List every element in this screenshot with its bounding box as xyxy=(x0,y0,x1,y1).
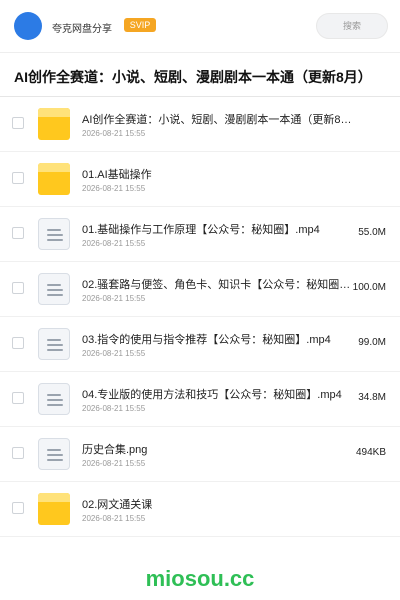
file-list: AI创作全赛道：小说、短剧、漫剧剧本一本通（更新8月） 2026-08-21 15… xyxy=(0,97,400,537)
file-size: 55.0M xyxy=(358,227,386,238)
file-size: 100.0M xyxy=(352,282,386,293)
file-date: 2026-08-21 15:55 xyxy=(82,239,146,248)
search-box[interactable]: 搜索 xyxy=(316,13,388,39)
file-date: 2026-08-21 15:55 xyxy=(82,459,146,468)
file-name: 历史合集.png xyxy=(82,444,148,456)
file-name: 01.基础操作与工作原理【公众号：秘知圈】.mp4 xyxy=(82,224,320,236)
file-list-item[interactable]: 02.骚套路与便签、角色卡、知识卡【公众号：秘知圈】.mp4 2026-08-21… xyxy=(0,262,400,317)
svip-badge: SVIP xyxy=(124,18,156,32)
file-list-item[interactable]: 01.AI基础操作 2026-08-21 15:55 xyxy=(0,152,400,207)
folder-icon xyxy=(38,108,70,140)
file-name: 04.专业版的使用方法和技巧【公众号：秘知圈】.mp4 xyxy=(82,389,342,401)
file-size: 494KB xyxy=(355,447,386,458)
search-placeholder: 搜索 xyxy=(342,21,361,31)
file-size: 99.0M xyxy=(358,337,386,348)
file-icon xyxy=(38,438,70,470)
folder-icon xyxy=(38,493,70,525)
select-checkbox[interactable] xyxy=(12,227,24,239)
select-checkbox[interactable] xyxy=(12,337,24,349)
select-checkbox[interactable] xyxy=(12,392,24,404)
file-date: 2026-08-21 15:55 xyxy=(82,514,146,523)
watermark: miosou.cc xyxy=(145,566,255,591)
file-date: 2026-08-21 15:55 xyxy=(82,129,146,138)
file-list-item[interactable]: 02.网文通关课 2026-08-21 15:55 xyxy=(0,482,400,537)
file-list-item[interactable]: 01.基础操作与工作原理【公众号：秘知圈】.mp4 2026-08-21 15:5… xyxy=(0,207,400,262)
select-checkbox[interactable] xyxy=(12,172,24,184)
avatar[interactable] xyxy=(14,12,42,40)
file-name: 03.指令的使用与指令推荐【公众号：秘知圈】.mp4 xyxy=(82,334,331,346)
file-icon xyxy=(38,218,70,250)
file-list-item[interactable]: 04.专业版的使用方法和技巧【公众号：秘知圈】.mp4 2026-08-21 15… xyxy=(0,372,400,427)
file-date: 2026-08-21 15:55 xyxy=(82,294,146,303)
file-icon xyxy=(38,328,70,360)
file-date: 2026-08-21 15:55 xyxy=(82,184,146,193)
file-name: 02.网文通关课 xyxy=(82,499,153,511)
select-checkbox[interactable] xyxy=(12,282,24,294)
username: 夸克网盘分享 xyxy=(52,24,112,35)
select-checkbox[interactable] xyxy=(12,447,24,459)
file-list-item[interactable]: 03.指令的使用与指令推荐【公众号：秘知圈】.mp4 2026-08-21 15:… xyxy=(0,317,400,372)
file-list-item[interactable]: AI创作全赛道：小说、短剧、漫剧剧本一本通（更新8月） 2026-08-21 15… xyxy=(0,97,400,152)
file-icon xyxy=(38,383,70,415)
file-date: 2026-08-21 15:55 xyxy=(82,404,146,413)
file-icon xyxy=(38,273,70,305)
file-name: AI创作全赛道：小说、短剧、漫剧剧本一本通（更新8月） xyxy=(82,114,352,126)
top-bar: 夸克网盘分享 SVIP 搜索 xyxy=(0,0,400,53)
folder-icon xyxy=(38,163,70,195)
file-name: 02.骚套路与便签、角色卡、知识卡【公众号：秘知圈】.mp4 xyxy=(82,279,352,291)
file-date: 2026-08-21 15:55 xyxy=(82,349,146,358)
file-list-item[interactable]: 历史合集.png 2026-08-21 15:55 494KB xyxy=(0,427,400,482)
file-name: 01.AI基础操作 xyxy=(82,169,152,181)
page-title: AI创作全赛道：小说、短剧、漫剧剧本一本通（更新8月） xyxy=(14,69,372,85)
file-size: 34.8M xyxy=(358,392,386,403)
select-checkbox[interactable] xyxy=(12,117,24,129)
select-checkbox[interactable] xyxy=(12,502,24,514)
